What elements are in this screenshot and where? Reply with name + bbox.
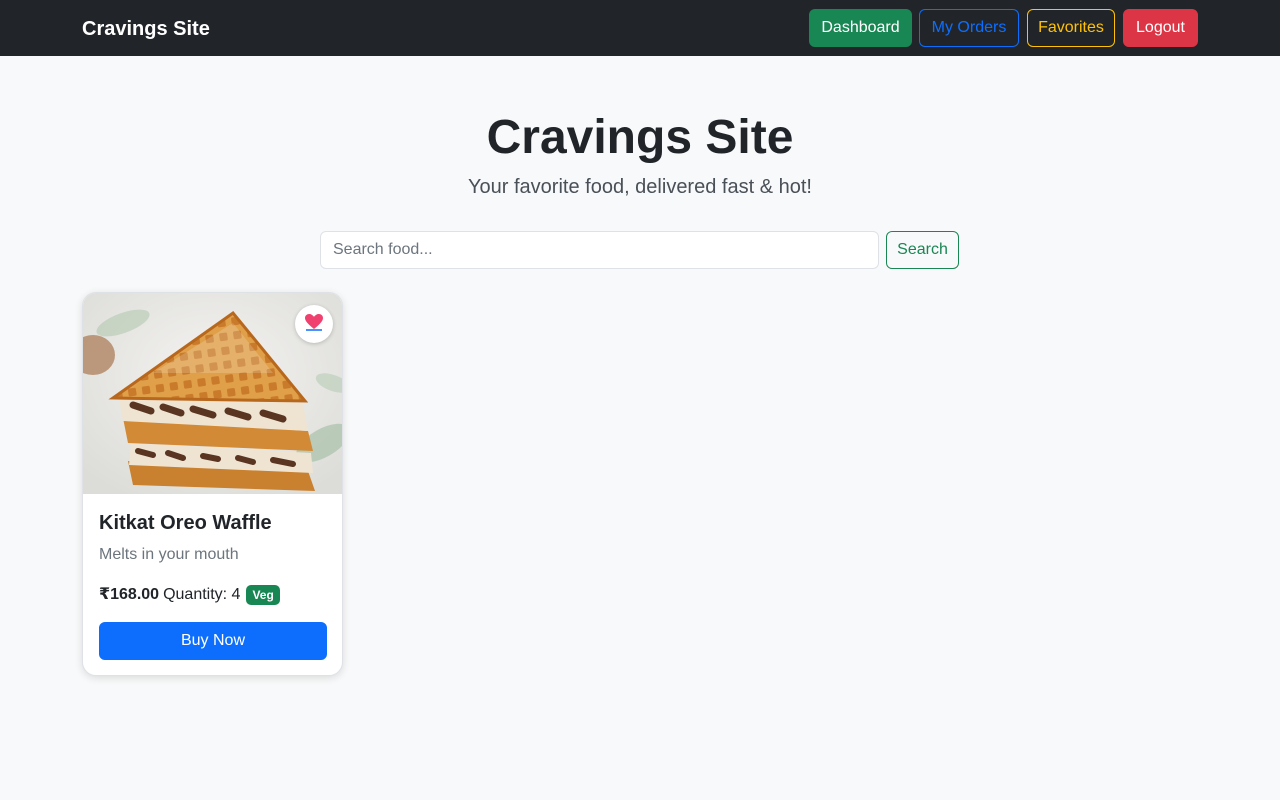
product-description: Melts in your mouth [99, 546, 239, 563]
product-card: Kitkat Oreo Waffle Melts in your mouth ₹… [82, 292, 343, 676]
product-quantity: Quantity: 4 [163, 586, 241, 603]
brand-logo[interactable]: Cravings Site [82, 15, 210, 43]
logout-button[interactable]: Logout [1123, 9, 1198, 47]
search-input[interactable] [320, 231, 879, 269]
page-title: Cravings Site [486, 111, 794, 164]
top-navbar: Cravings Site Dashboard My Orders Favori… [0, 0, 1280, 56]
dashboard-button[interactable]: Dashboard [809, 9, 912, 47]
product-meta: ₹168.00 Quantity: 4 Veg [99, 583, 280, 607]
favorites-button[interactable]: Favorites [1027, 9, 1115, 47]
my-orders-button[interactable]: My Orders [919, 9, 1019, 47]
product-name: Kitkat Oreo Waffle [99, 512, 272, 534]
favorite-button[interactable] [295, 305, 333, 343]
heart-icon [304, 313, 324, 336]
veg-badge: Veg [246, 585, 280, 605]
search-button[interactable]: Search [886, 231, 959, 269]
buy-now-button[interactable]: Buy Now [99, 622, 327, 660]
page-subtitle: Your favorite food, delivered fast & hot… [468, 176, 812, 198]
product-price: ₹168.00 [99, 586, 160, 603]
